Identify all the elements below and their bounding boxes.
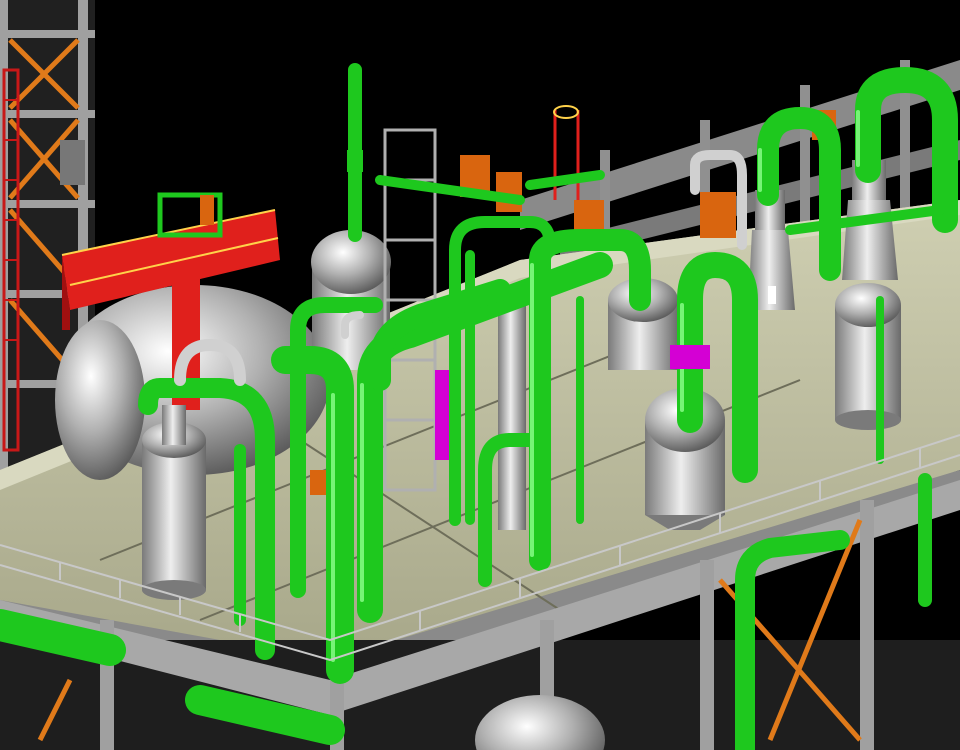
vessel-left <box>142 405 206 600</box>
magenta-flange <box>670 345 710 369</box>
vessel-center-tall <box>498 300 526 530</box>
vessel-far-right <box>835 283 901 430</box>
plant-3d-scene <box>0 0 960 750</box>
